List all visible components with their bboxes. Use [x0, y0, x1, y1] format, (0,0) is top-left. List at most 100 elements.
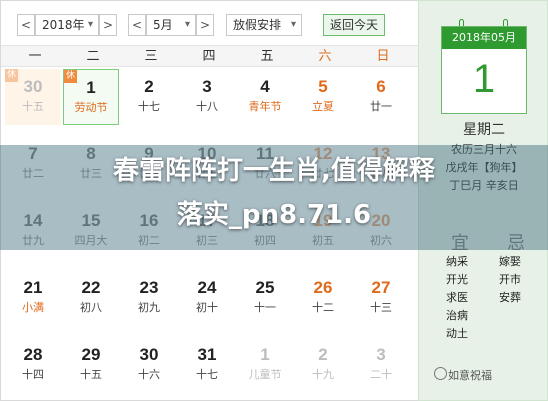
- yi-item: 求医: [446, 291, 468, 304]
- weekday-label: 三: [144, 49, 158, 64]
- lunar-day-label: 初八: [80, 301, 102, 314]
- calendar-day-cell[interactable]: 5 立夏: [295, 69, 351, 125]
- lunar-day-label: 劳动节: [74, 101, 108, 114]
- watermark-text: 如意祝福: [448, 369, 492, 382]
- weekday-header: 一 二 三 四 五 六 日: [1, 45, 419, 67]
- weekday-label: 四: [202, 49, 216, 64]
- lunar-day-label: 小满: [22, 301, 44, 314]
- day-number: 22: [81, 278, 101, 297]
- lunar-day-label: 十三: [370, 301, 392, 314]
- lunar-day-label: 十一: [254, 301, 276, 314]
- weekday-text: 星期二: [463, 122, 505, 138]
- day-number: 29: [81, 345, 101, 364]
- lunar-day-label: 初十: [196, 301, 218, 314]
- calendar-day-cell[interactable]: 6 廿一: [353, 69, 409, 125]
- overlay-title-line1: 春雷阵阵打一生肖,值得解释: [113, 156, 435, 186]
- year-select-value: 2018年: [42, 18, 85, 32]
- holiday-select[interactable]: 放假安排 ▾: [226, 14, 302, 36]
- day-card: 2018年05月 1: [441, 26, 527, 114]
- holiday-rest-badge: 休: [5, 69, 18, 82]
- back-to-today-button[interactable]: 返回今天: [323, 14, 385, 36]
- day-number: 3: [376, 345, 386, 364]
- lunar-day-label: 十九: [312, 368, 334, 381]
- yi-item: 开光: [446, 273, 468, 286]
- lunar-day-label: 十七: [138, 100, 160, 113]
- overlay-title-line2: 落实_pn8.71.6: [176, 200, 372, 230]
- day-number: 30: [139, 345, 159, 364]
- day-card-header: 2018年05月: [442, 27, 526, 49]
- weekday-label: 一: [28, 49, 42, 64]
- day-number: 28: [23, 345, 43, 364]
- day-number: 1: [260, 345, 270, 364]
- ji-item: 嫁娶: [499, 255, 521, 268]
- yi-item: 治病: [446, 309, 468, 322]
- calendar-day-cell[interactable]: 22 初八: [63, 270, 119, 326]
- prev-year-button[interactable]: <: [17, 14, 35, 36]
- yi-list: 纳采 开光 求医 治病 动土: [446, 253, 468, 343]
- lunar-day-label: 十八: [196, 100, 218, 113]
- ji-item: 安葬: [499, 291, 521, 304]
- lunar-day-label: 青年节: [248, 100, 282, 113]
- chevron-down-icon: ▾: [184, 19, 190, 30]
- calendar-day-cell[interactable]: 1 儿童节: [237, 337, 293, 393]
- day-number: 27: [371, 278, 391, 297]
- calendar-day-cell[interactable]: 25 十一: [237, 270, 293, 326]
- lunar-day-label: 十五: [22, 100, 44, 113]
- calendar-day-cell[interactable]: 休 30 十五: [5, 69, 61, 125]
- day-number: 6: [376, 77, 386, 96]
- day-number: 4: [260, 77, 270, 96]
- lunar-day-label: 十六: [138, 368, 160, 381]
- calendar-day-cell[interactable]: 21 小满: [5, 270, 61, 326]
- prev-month-button[interactable]: <: [128, 14, 146, 36]
- day-number: 23: [139, 278, 159, 297]
- calendar-day-cell[interactable]: 4 青年节: [237, 69, 293, 125]
- day-number: 2: [144, 77, 154, 96]
- holiday-rest-badge: 休: [64, 70, 77, 83]
- weekday-label: 五: [260, 49, 274, 64]
- calendar-day-cell[interactable]: 24 初十: [179, 270, 235, 326]
- yi-item: 纳采: [446, 255, 468, 268]
- ji-item: 开市: [499, 273, 521, 286]
- day-number: 2: [318, 345, 328, 364]
- calendar-day-cell[interactable]: 31 十七: [179, 337, 235, 393]
- day-number: 31: [197, 345, 217, 364]
- lunar-day-label: 十二: [312, 301, 334, 314]
- calendar-day-cell[interactable]: 29 十五: [63, 337, 119, 393]
- next-year-button[interactable]: >: [99, 14, 117, 36]
- holiday-select-value: 放假安排: [233, 18, 282, 32]
- lunar-day-label: 立夏: [312, 100, 334, 113]
- lunar-day-label: 初九: [138, 301, 160, 314]
- calendar-toolbar: < 2018年 ▾ > < 5月 ▾ > 放假安排 ▾ 返回今天: [1, 1, 419, 45]
- day-number: 5: [318, 77, 328, 96]
- day-number: 26: [313, 278, 333, 297]
- calendar-day-cell[interactable]: 30 十六: [121, 337, 177, 393]
- wechat-icon: [434, 367, 447, 380]
- day-number: 21: [23, 278, 43, 297]
- weekday-label: 日: [376, 49, 390, 64]
- day-card-number: 1: [472, 57, 496, 101]
- calendar-day-cell[interactable]: 3 二十: [353, 337, 409, 393]
- weekday-label: 六: [318, 49, 332, 64]
- calendar-day-cell[interactable]: 休 1 劳动节: [63, 69, 119, 125]
- day-number: 3: [202, 77, 212, 96]
- month-select-value: 5月: [153, 18, 173, 32]
- weekday-label: 二: [86, 49, 100, 64]
- calendar-day-cell[interactable]: 26 十二: [295, 270, 351, 326]
- lunar-day-label: 十七: [196, 368, 218, 381]
- lunar-day-label: 儿童节: [248, 368, 282, 381]
- month-select[interactable]: 5月 ▾: [146, 14, 196, 36]
- calendar-day-cell[interactable]: 23 初九: [121, 270, 177, 326]
- day-number: 25: [255, 278, 275, 297]
- calendar-day-cell[interactable]: 2 十七: [121, 69, 177, 125]
- lunar-day-label: 十四: [22, 368, 44, 381]
- next-month-button[interactable]: >: [196, 14, 214, 36]
- lunar-day-label: 十五: [80, 368, 102, 381]
- calendar-day-cell[interactable]: 2 十九: [295, 337, 351, 393]
- calendar-day-cell[interactable]: 3 十八: [179, 69, 235, 125]
- ji-list: 嫁娶 开市 安葬: [499, 253, 521, 307]
- lunar-day-label: 二十: [370, 368, 392, 381]
- year-select[interactable]: 2018年 ▾: [35, 14, 99, 36]
- calendar-day-cell[interactable]: 27 十三: [353, 270, 409, 326]
- calendar-day-cell[interactable]: 28 十四: [5, 337, 61, 393]
- chevron-down-icon: ▾: [87, 19, 93, 30]
